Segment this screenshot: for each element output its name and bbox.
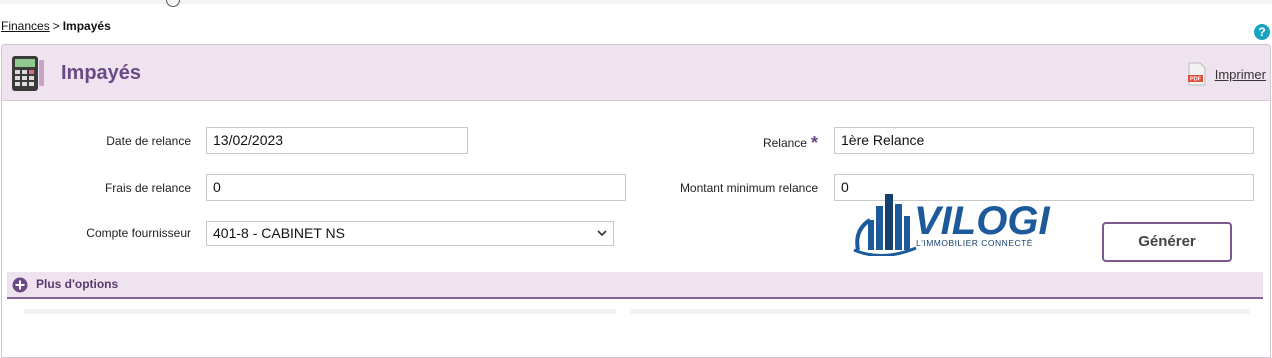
plus-circle-icon[interactable] [12,277,28,293]
help-icon[interactable]: ? [1254,24,1270,40]
compte-fournisseur-select[interactable]: 401-8 - CABINET NS [206,221,614,246]
panel-header: Impayés PDF Imprimer [2,45,1270,101]
logo-name: VILOGI [914,199,1050,243]
print-link[interactable]: Imprimer [1215,67,1266,82]
frais-relance-label: Frais de relance [104,181,191,195]
more-options-label[interactable]: Plus d'options [36,277,118,291]
logo-tagline: L'IMMOBILIER CONNECTÉ [916,238,1033,248]
relance-input[interactable]: 1ère Relance [834,127,1254,154]
page-title: Impayés [61,62,142,84]
date-relance-label: Date de relance [106,134,191,148]
relance-label-group: Relance * [640,133,818,154]
top-bar [0,0,1272,4]
top-circle-icon [166,0,180,7]
bottom-strip-left [24,309,616,314]
relance-label: Relance [762,136,807,150]
date-relance-input[interactable]: 13/02/2023 [206,127,468,154]
breadcrumb-current: Impayés [62,19,111,33]
required-marker: * [810,133,818,153]
breadcrumb-finances-link[interactable]: Finances [1,19,50,33]
pdf-badge-text: PDF [1190,77,1202,83]
vilogi-logo: VILOGI L'IMMOBILIER CONNECTÉ [853,194,1050,256]
compte-fournisseur-value: 401-8 - CABINET NS [213,225,346,241]
generate-button[interactable]: Générer [1102,222,1232,262]
bottom-strip-right [630,309,1250,314]
frais-relance-input[interactable]: 0 [206,174,626,201]
print-action[interactable]: PDF Imprimer [1187,62,1266,86]
breadcrumb-separator: > [52,19,60,33]
pdf-icon[interactable]: PDF [1187,62,1207,86]
breadcrumb: Finances > Impayés [1,19,111,33]
compte-fournisseur-label: Compte fournisseur [86,226,191,240]
calculator-icon [12,56,44,91]
chevron-down-icon [597,230,607,237]
more-options-bar[interactable]: Plus d'options [7,272,1263,299]
montant-minimum-label: Montant minimum relance [679,181,818,195]
